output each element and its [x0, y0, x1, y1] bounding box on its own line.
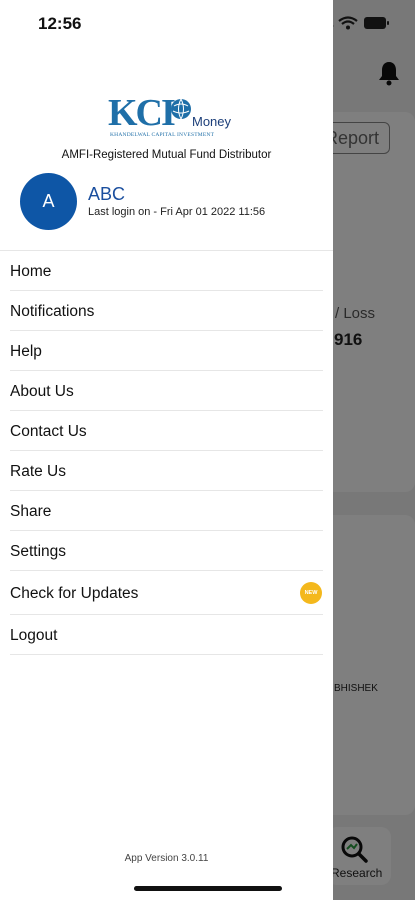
globe-icon	[171, 98, 191, 120]
wifi-icon	[338, 16, 358, 30]
menu-item-share[interactable]: Share	[0, 491, 333, 531]
menu-item-label: Rate Us	[10, 463, 66, 480]
distributor-label: AMFI-Registered Mutual Fund Distributor	[61, 149, 272, 161]
divider	[10, 654, 323, 655]
menu-item-label: Notifications	[10, 303, 95, 320]
menu-item-label: Logout	[10, 627, 58, 644]
user-name: ABC	[88, 184, 126, 204]
menu-item-label: Home	[10, 263, 52, 280]
status-time: 12:56	[38, 14, 82, 33]
menu-item-rate-us[interactable]: Rate Us	[0, 451, 333, 491]
navigation-drawer: 12:56 KCI Money KHANDELWAL CAPITAL INVES…	[0, 0, 333, 900]
menu-item-logout[interactable]: Logout	[0, 615, 333, 655]
menu-item-label: About Us	[10, 383, 74, 400]
menu-item-notifications[interactable]: Notifications	[0, 291, 333, 331]
drawer-menu: Home Notifications Help About Us Contact…	[0, 250, 333, 655]
menu-item-label: Check for Updates	[10, 585, 139, 602]
new-badge-icon: NEW	[300, 582, 322, 604]
menu-item-contact-us[interactable]: Contact Us	[0, 411, 333, 451]
battery-icon	[364, 17, 389, 29]
menu-item-label: Settings	[10, 543, 67, 560]
avatar[interactable]: A	[20, 173, 77, 230]
menu-item-label: Share	[10, 503, 52, 520]
last-login-text: Last login on - Fri Apr 01 2022 11:56	[88, 206, 266, 218]
menu-item-about-us[interactable]: About Us	[0, 371, 333, 411]
menu-item-label: Help	[10, 343, 42, 360]
logo-letters: KCI	[108, 92, 176, 134]
menu-item-home[interactable]: Home	[0, 251, 333, 291]
menu-item-settings[interactable]: Settings	[0, 531, 333, 571]
logo-suffix: Money	[192, 114, 232, 129]
home-indicator[interactable]	[134, 886, 282, 891]
kci-money-logo: KCI Money KHANDELWAL CAPITAL INVESTMENT	[108, 94, 238, 140]
menu-item-help[interactable]: Help	[0, 331, 333, 371]
menu-item-check-for-updates[interactable]: Check for Updates NEW	[0, 571, 333, 615]
logo-tagline: KHANDELWAL CAPITAL INVESTMENT	[110, 132, 215, 138]
menu-item-label: Contact Us	[10, 423, 87, 440]
app-version: App Version 3.0.11	[124, 853, 209, 864]
